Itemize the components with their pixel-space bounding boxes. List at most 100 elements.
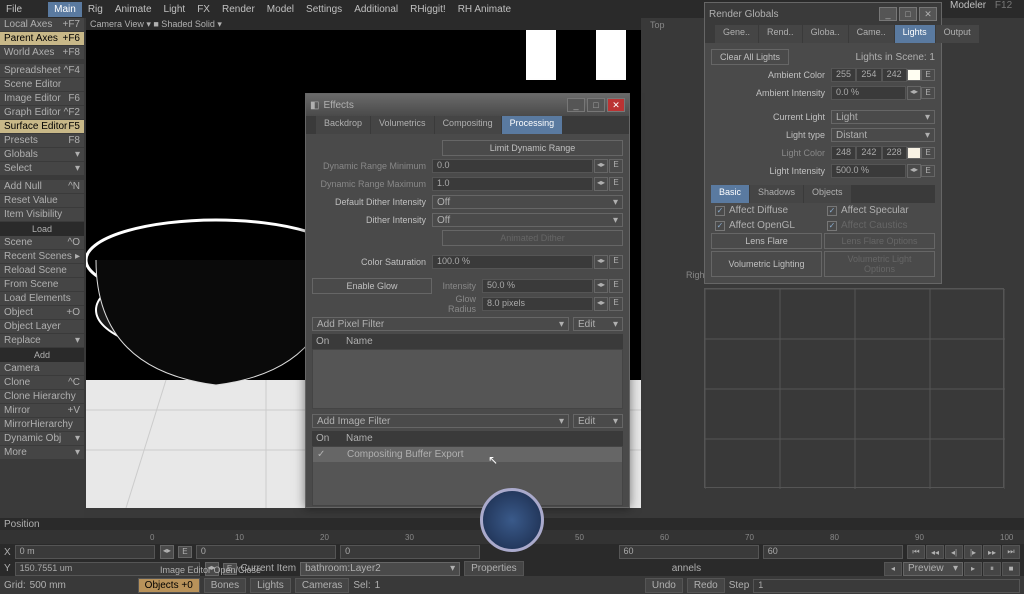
spinner-icon[interactable]: ◂▸ (160, 545, 174, 559)
cameras-button[interactable]: Cameras (295, 578, 350, 593)
spinner-icon[interactable]: ◂▸ (594, 297, 608, 311)
frame-60b[interactable]: 60 (763, 545, 903, 559)
lens-flare[interactable]: Lens Flare (711, 233, 822, 249)
close-button[interactable]: ✕ (919, 7, 937, 21)
ambient-r[interactable]: 255 (831, 68, 856, 82)
tab-render[interactable]: Render (216, 2, 261, 17)
tab-animate[interactable]: Animate (109, 2, 158, 17)
maximize-button[interactable]: □ (587, 98, 605, 112)
forward-button[interactable]: ⏭ (1002, 545, 1020, 559)
check-diffuse[interactable]: ✓ (715, 206, 725, 216)
tab-general[interactable]: Gene.. (715, 25, 758, 43)
e-btn[interactable]: E (609, 255, 623, 269)
clear-all-lights[interactable]: Clear All Lights (711, 49, 789, 65)
current-item-dropdown[interactable]: bathroom:Layer2▾ (300, 562, 460, 576)
reset-value[interactable]: Reset Value (0, 194, 84, 207)
mirror-hierarchy[interactable]: MirrorHierarchy (0, 418, 84, 431)
light-intensity-input[interactable]: 500.0 % (831, 164, 906, 178)
prev-frame-button[interactable]: ◂| (945, 545, 963, 559)
spinner-icon[interactable]: ◂▸ (907, 86, 921, 100)
vol-light-options[interactable]: Volumetric Light Options (824, 251, 935, 277)
rewind-button[interactable]: ⏮ (907, 545, 925, 559)
clone[interactable]: Clone^C (0, 376, 84, 389)
load-scene[interactable]: Scene^O (0, 236, 84, 249)
volumetric-lighting[interactable]: Volumetric Lighting (711, 251, 822, 277)
image-filter-edit[interactable]: Edit▾ (573, 414, 623, 428)
next-frame-button[interactable]: |▸ (964, 545, 982, 559)
pixel-filter-list[interactable] (312, 349, 623, 409)
check-icon[interactable]: ✓ (317, 449, 347, 460)
x-input[interactable]: 0 m (15, 545, 155, 559)
step-input[interactable]: 1 (753, 579, 1020, 593)
e-btn[interactable]: E (609, 279, 623, 293)
spinner-icon[interactable]: ◂▸ (594, 279, 608, 293)
tab-main[interactable]: Main (48, 2, 82, 17)
recent-scenes[interactable]: Recent Scenes▸ (0, 250, 84, 263)
tab-camera[interactable]: Came.. (849, 25, 894, 43)
dyn-min-input[interactable]: 0.0 (432, 159, 593, 173)
check-specular[interactable]: ✓ (827, 206, 837, 216)
tab-settings[interactable]: Settings (300, 2, 348, 17)
presets[interactable]: PresetsF8 (0, 134, 84, 147)
add-pixel-filter[interactable]: Add Pixel Filter▾ (312, 317, 569, 331)
pause-button[interactable]: ⏸ (983, 562, 1001, 576)
dither-dropdown[interactable]: Off▾ (432, 213, 623, 227)
viewport-header[interactable]: Camera View ▾ ■ Shaded Solid ▾ (86, 18, 641, 30)
e-btn[interactable]: E (609, 297, 623, 311)
pixel-filter-edit[interactable]: Edit▾ (573, 317, 623, 331)
tab-backdrop[interactable]: Backdrop (316, 116, 370, 134)
play-rev-button[interactable]: ◂ (884, 562, 902, 576)
limit-dynamic-range[interactable]: Limit Dynamic Range (442, 140, 623, 156)
e-btn[interactable]: E (178, 546, 192, 558)
frame-0[interactable]: 0 (196, 545, 336, 559)
e-btn[interactable]: E (921, 165, 935, 177)
next-key-button[interactable]: ▸▸ (983, 545, 1001, 559)
light-g[interactable]: 242 (856, 146, 881, 160)
bones-button[interactable]: Bones (204, 578, 246, 593)
tab-volumetrics[interactable]: Volumetrics (371, 116, 434, 134)
e-btn[interactable]: E (921, 147, 935, 159)
check-opengl[interactable]: ✓ (715, 221, 725, 231)
minimize-button[interactable]: _ (567, 98, 585, 112)
ambient-swatch[interactable] (907, 69, 921, 81)
light-r[interactable]: 248 (831, 146, 856, 160)
light-swatch[interactable] (907, 147, 921, 159)
stop-button[interactable]: ■ (1002, 562, 1020, 576)
dyn-max-input[interactable]: 1.0 (432, 177, 593, 191)
spinner-icon[interactable]: ◂▸ (594, 177, 608, 191)
default-dither-dropdown[interactable]: Off▾ (432, 195, 623, 209)
close-button[interactable]: ✕ (607, 98, 625, 112)
add-image-filter[interactable]: Add Image Filter▾ (312, 414, 569, 428)
tab-rhanimate[interactable]: RH Animate (452, 2, 517, 17)
surface-editor[interactable]: Surface EditorF5 (0, 120, 84, 133)
animated-dither[interactable]: Animated Dither (442, 230, 623, 246)
subtab-shadows[interactable]: Shadows (750, 185, 803, 203)
tab-rhiggit[interactable]: RHiggit! (404, 2, 452, 17)
minimize-button[interactable]: _ (879, 7, 897, 21)
ambient-g[interactable]: 254 (856, 68, 881, 82)
item-visibility[interactable]: Item Visibility (0, 208, 84, 221)
color-sat-input[interactable]: 100.0 % (432, 255, 593, 269)
e-btn[interactable]: E (609, 177, 623, 191)
local-axes[interactable]: Local Axes+F7 (0, 18, 84, 31)
preview-dropdown[interactable]: Preview▾ (903, 562, 963, 576)
subtab-basic[interactable]: Basic (711, 185, 749, 203)
tab-compositing[interactable]: Compositing (435, 116, 501, 134)
e-btn[interactable]: E (921, 69, 935, 81)
redo-button[interactable]: Redo (687, 578, 725, 593)
world-axes[interactable]: World Axes+F8 (0, 46, 84, 59)
maximize-button[interactable]: □ (899, 7, 917, 21)
e-btn[interactable]: E (921, 87, 935, 99)
tab-lights[interactable]: Lights (895, 25, 935, 43)
ambient-b[interactable]: 242 (882, 68, 907, 82)
glow-intensity-input[interactable]: 50.0 % (482, 279, 593, 293)
dynamic-obj[interactable]: Dynamic Obj▾ (0, 432, 84, 445)
lens-flare-options[interactable]: Lens Flare Options (824, 233, 935, 249)
light-type-dropdown[interactable]: Distant▾ (831, 128, 935, 142)
reload-scene[interactable]: Reload Scene (0, 264, 84, 277)
undo-button[interactable]: Undo (645, 578, 683, 593)
more[interactable]: More▾ (0, 446, 84, 459)
properties-button[interactable]: Properties (464, 561, 524, 576)
clone-hierarchy[interactable]: Clone Hierarchy (0, 390, 84, 403)
from-scene[interactable]: From Scene (0, 278, 84, 291)
